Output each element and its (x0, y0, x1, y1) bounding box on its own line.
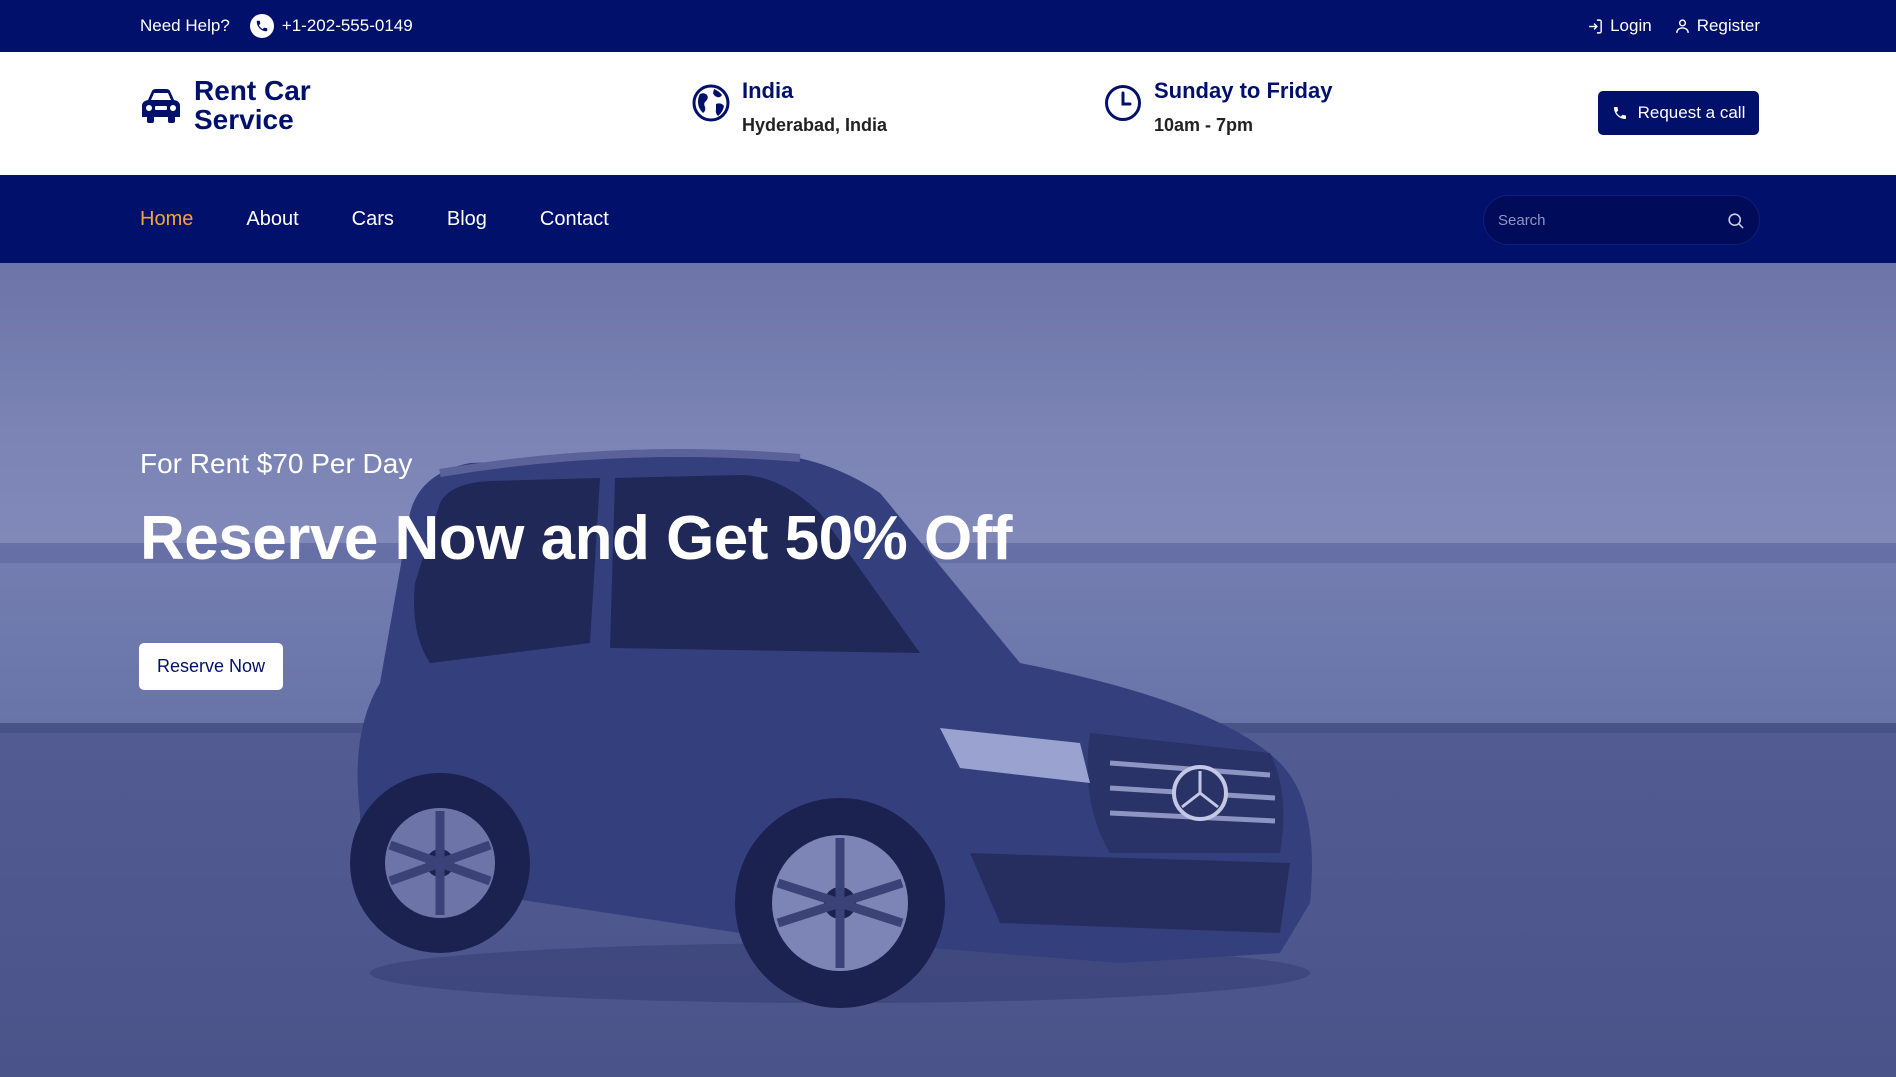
nav-item-about[interactable]: About (246, 208, 298, 231)
hero-banner: For Rent $70 Per Day Reserve Now and Get… (0, 263, 1896, 1077)
main-nav: Home About Cars Blog Contact (0, 175, 1896, 263)
user-icon (1675, 18, 1689, 33)
register-link[interactable]: Register (1674, 16, 1760, 36)
nav-item-contact[interactable]: Contact (540, 208, 609, 231)
request-call-button[interactable]: Request a call (1598, 91, 1759, 135)
nav-items: Home About Cars Blog Contact (140, 175, 662, 263)
phone-number[interactable]: +1-202-555-0149 (282, 16, 413, 36)
location-title: India (742, 78, 794, 103)
logo-text: Rent Car Service (194, 75, 311, 135)
hero-subtitle: For Rent $70 Per Day (140, 448, 413, 479)
request-call-label: Request a call (1637, 103, 1746, 122)
help-label: Need Help? (140, 16, 230, 35)
location-info: India Hyderabad, India (692, 76, 887, 140)
search-input[interactable] (1498, 211, 1708, 229)
hero-title: Reserve Now and Get 50% Off (140, 504, 1013, 573)
login-icon (1589, 18, 1602, 34)
hours-info: Sunday to Friday 10am - 7pm (1104, 76, 1332, 140)
phone-icon (1613, 107, 1626, 119)
phone-icon (249, 14, 274, 38)
nav-item-cars[interactable]: Cars (352, 208, 394, 231)
site-header: Rent Car Service India Hyderabad, India … (0, 52, 1896, 175)
globe-icon (692, 84, 730, 122)
reserve-now-button[interactable]: Reserve Now (139, 643, 283, 690)
nav-item-blog[interactable]: Blog (447, 208, 487, 231)
car-icon (142, 89, 180, 123)
nav-item-home[interactable]: Home (140, 208, 193, 231)
login-link[interactable]: Login (1587, 16, 1652, 36)
search-box (1483, 195, 1760, 245)
register-label: Register (1696, 16, 1760, 35)
login-label: Login (1610, 16, 1652, 35)
location-subtitle: Hyderabad, India (742, 115, 888, 135)
hours-subtitle: 10am - 7pm (1154, 115, 1254, 135)
auth-links: Login Register (1565, 0, 1760, 52)
help-contact: Need Help? +1-202-555-0149 (140, 0, 413, 52)
top-bar: Need Help? +1-202-555-0149 Login Registe… (0, 0, 1896, 52)
hours-title: Sunday to Friday (1154, 78, 1333, 103)
logo[interactable]: Rent Car Service (140, 76, 324, 134)
clock-icon (1105, 85, 1141, 121)
search-icon[interactable] (1726, 211, 1745, 230)
